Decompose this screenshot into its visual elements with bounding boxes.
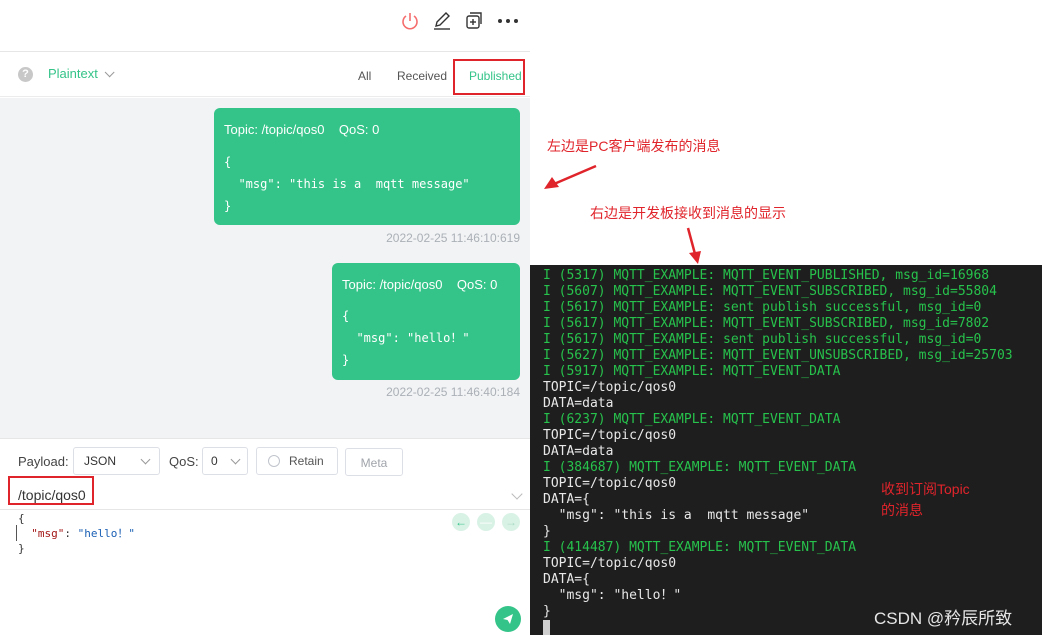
terminal-line: I (5617) MQTT_EXAMPLE: MQTT_EVENT_SUBSCR… <box>543 316 990 331</box>
terminal-cursor <box>543 620 550 635</box>
terminal-line: TOPIC=/topic/qos0 <box>543 428 677 443</box>
terminal-line: DATA=data <box>543 396 614 411</box>
terminal-line: I (6237) MQTT_EXAMPLE: MQTT_EVENT_DATA <box>543 412 841 427</box>
watermark: CSDN @矜辰所致 <box>874 609 1013 628</box>
publish-composer: Payload: JSON QoS: 0 Retain Meta /topic/… <box>0 438 530 635</box>
editor-line: { <box>18 512 25 525</box>
annotation-topic-line: 收到订阅Topic <box>881 481 970 497</box>
power-icon[interactable] <box>399 10 421 32</box>
qos-value: 0 <box>211 454 218 468</box>
terminal-line: I (384687) MQTT_EXAMPLE: MQTT_EVENT_DATA <box>543 460 857 475</box>
retain-label: Retain <box>289 454 324 468</box>
terminal-line: "msg": "hello！" <box>543 588 682 603</box>
terminal-line: I (5617) MQTT_EXAMPLE: sent publish succ… <box>543 332 982 347</box>
payload-editor[interactable]: { "msg": "hello！" } <box>18 511 438 556</box>
editor-colon: : <box>64 527 78 540</box>
edit-icon[interactable] <box>431 10 453 32</box>
serial-terminal[interactable]: I (5317) MQTT_EXAMPLE: MQTT_EVENT_PUBLIS… <box>530 265 1042 635</box>
published-message: Topic: /topic/qos0 QoS: 0 { "msg": "this… <box>214 108 520 225</box>
annotation-topic: 收到订阅Topic 的消息 <box>881 479 970 521</box>
terminal-line: I (5607) MQTT_EXAMPLE: MQTT_EVENT_SUBSCR… <box>543 284 997 299</box>
editor-guide-line <box>16 525 17 541</box>
topic-highlight <box>8 476 94 505</box>
help-icon[interactable]: ? <box>18 67 33 82</box>
message-header: Topic: /topic/qos0 QoS: 0 <box>342 277 498 292</box>
editor-value: "hello！" <box>77 527 135 540</box>
retain-toggle[interactable]: Retain <box>256 447 338 475</box>
terminal-output: I (5317) MQTT_EXAMPLE: MQTT_EVENT_PUBLIS… <box>543 268 1013 620</box>
editor-line: } <box>18 542 25 555</box>
terminal-line: I (5627) MQTT_EXAMPLE: MQTT_EVENT_UNSUBS… <box>543 348 1013 363</box>
terminal-line: I (5617) MQTT_EXAMPLE: sent publish succ… <box>543 300 982 315</box>
message-list[interactable]: Topic: /topic/qos0 QoS: 0 { "msg": "this… <box>0 98 530 438</box>
tab-received[interactable]: Received <box>397 69 447 83</box>
terminal-line: I (414487) MQTT_EXAMPLE: MQTT_EVENT_DATA <box>543 540 857 555</box>
terminal-line: TOPIC=/topic/qos0 <box>543 380 677 395</box>
new-window-icon[interactable] <box>463 10 485 32</box>
top-toolbar <box>0 0 530 52</box>
annotation-left: 左边是PC客户端发布的消息 <box>547 138 721 154</box>
arrow-left-icon <box>544 164 597 189</box>
payload-type-value: JSON <box>84 454 117 468</box>
terminal-line: TOPIC=/topic/qos0 <box>543 556 677 571</box>
terminal-line: DATA=data <box>543 444 614 459</box>
qos-label: QoS: <box>169 454 199 469</box>
published-tab-highlight <box>453 59 525 95</box>
payload-format-value: Plaintext <box>48 66 98 81</box>
chevron-down-icon <box>104 67 115 78</box>
payload-label: Payload: <box>18 454 69 469</box>
payload-type-select[interactable]: JSON <box>73 447 160 475</box>
chevron-down-icon <box>140 454 151 465</box>
payload-format-select[interactable]: Plaintext <box>48 66 115 81</box>
published-message: Topic: /topic/qos0 QoS: 0 { "msg": "hell… <box>332 263 520 380</box>
qos-select[interactable]: 0 <box>202 447 248 475</box>
mqtt-client-panel: ? Plaintext All Received Published Topic… <box>0 0 530 635</box>
message-payload: { "msg": "this is a mqtt message" } <box>224 155 470 213</box>
send-button[interactable] <box>495 606 521 632</box>
message-filter-bar: ? Plaintext All Received Published <box>0 53 530 97</box>
tab-all[interactable]: All <box>358 69 371 83</box>
arrow-down-icon <box>686 227 701 264</box>
message-timestamp: 2022-02-25 11:46:10:619 <box>386 231 520 245</box>
meta-button[interactable]: Meta <box>345 448 403 476</box>
history-forward-icon[interactable]: → <box>502 513 520 531</box>
editor-key: "msg" <box>31 527 65 540</box>
message-payload: { "msg": "hello！" } <box>342 309 470 367</box>
chevron-down-icon <box>230 454 241 465</box>
retain-radio-icon <box>268 455 280 467</box>
terminal-line: I (5317) MQTT_EXAMPLE: MQTT_EVENT_PUBLIS… <box>543 268 990 283</box>
terminal-line: DATA={ <box>543 572 590 587</box>
more-icon[interactable] <box>497 10 519 32</box>
history-reset-icon[interactable]: — <box>477 513 495 531</box>
message-timestamp: 2022-02-25 11:46:40:184 <box>386 385 520 399</box>
divider <box>0 509 530 510</box>
annotation-right: 右边是开发板接收到消息的显示 <box>590 205 786 221</box>
terminal-line: } <box>543 524 551 539</box>
annotation-topic-line: 的消息 <box>881 502 923 518</box>
terminal-line: I (5917) MQTT_EXAMPLE: MQTT_EVENT_DATA <box>543 364 841 379</box>
message-header: Topic: /topic/qos0 QoS: 0 <box>224 122 380 137</box>
history-back-icon[interactable]: ← <box>452 513 470 531</box>
